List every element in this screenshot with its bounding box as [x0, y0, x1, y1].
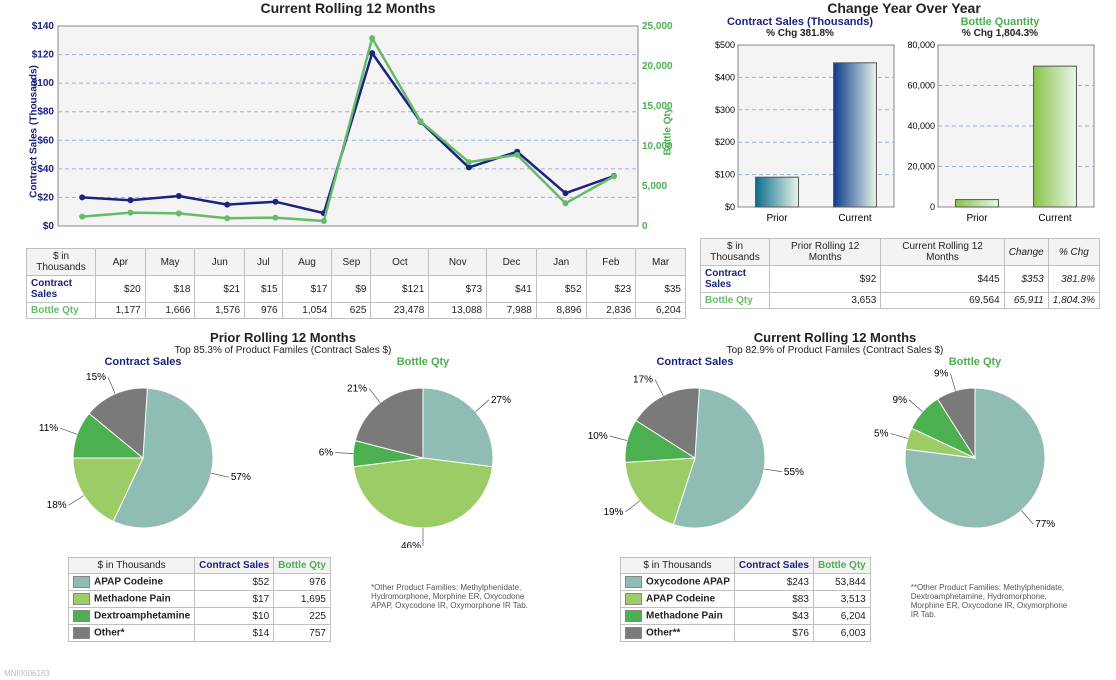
yoy-table: $ in ThousandsPrior Rolling 12 MonthsCur… — [700, 238, 1100, 309]
yoy-contract-title: Contract Sales (Thousands) — [700, 16, 900, 28]
rolling12-title: Current Rolling 12 Months — [8, 0, 688, 16]
svg-text:9%: 9% — [893, 395, 908, 406]
rolling12-table: $ in ThousandsAprMayJunJulAugSepOctNovDe… — [26, 248, 686, 319]
svg-text:$100: $100 — [715, 170, 735, 180]
yoy-panel: Change Year Over Year Contract Sales (Th… — [700, 0, 1108, 309]
svg-text:9%: 9% — [934, 368, 949, 379]
svg-text:$0: $0 — [43, 221, 55, 232]
prior-contract-pie: 57% 18% 11% 15% — [8, 368, 278, 548]
current-panel: Current Rolling 12 Months Top 82.9% of P… — [560, 330, 1110, 642]
svg-text:Current: Current — [838, 213, 872, 224]
svg-text:0: 0 — [930, 202, 935, 212]
svg-text:$140: $140 — [32, 21, 55, 32]
svg-text:Current: Current — [1038, 213, 1072, 224]
current-bottle-pie-title: Bottle Qty — [840, 356, 1110, 368]
prior-sub: Top 85.3% of Product Familes (Contract S… — [8, 345, 558, 356]
svg-text:20,000: 20,000 — [907, 162, 935, 172]
rolling12-panel: Current Rolling 12 Months Contract Sales… — [8, 0, 688, 319]
svg-text:$40: $40 — [37, 164, 54, 175]
svg-text:46%: 46% — [401, 541, 421, 548]
current-table: $ in ThousandsContract SalesBottle QtyOx… — [620, 557, 871, 642]
svg-text:15%: 15% — [86, 372, 106, 383]
prior-bottle-pie-title: Bottle Qty — [288, 356, 558, 368]
svg-text:17%: 17% — [633, 375, 653, 386]
svg-text:$20: $20 — [37, 192, 54, 203]
svg-text:77%: 77% — [1035, 519, 1055, 530]
prior-title: Prior Rolling 12 Months — [8, 330, 558, 345]
current-contract-pie: 55% 19% 10% 17% — [560, 368, 830, 548]
current-sub: Top 82.9% of Product Familes (Contract S… — [560, 345, 1110, 356]
prior-bottle-pie: 27% 46% 6% 21% — [288, 368, 558, 548]
prior-contract-pie-title: Contract Sales — [8, 356, 278, 368]
current-bottle-pie: 77% 5% 9% 9% — [840, 368, 1110, 548]
svg-text:20,000: 20,000 — [642, 61, 673, 72]
svg-text:$80: $80 — [37, 107, 54, 118]
current-footnote: **Other Product Families: Methylphenidat… — [911, 583, 1071, 642]
prior-table: $ in ThousandsContract SalesBottle QtyAP… — [68, 557, 331, 642]
svg-text:55%: 55% — [784, 467, 804, 478]
svg-text:27%: 27% — [491, 395, 511, 406]
svg-text:10%: 10% — [588, 431, 608, 442]
svg-text:60,000: 60,000 — [907, 81, 935, 91]
svg-text:$300: $300 — [715, 105, 735, 115]
svg-text:18%: 18% — [47, 500, 67, 511]
yoy-bottle-sub: % Chg 1,804.3% — [900, 28, 1100, 39]
svg-text:Prior: Prior — [966, 213, 988, 224]
yoy-contract-chart: $0 $100 $200 $300 $400 $500 Prior Current — [700, 39, 900, 229]
watermark: MNI0006183 — [4, 669, 50, 678]
svg-text:Prior: Prior — [766, 213, 788, 224]
svg-text:$0: $0 — [725, 202, 735, 212]
svg-text:$200: $200 — [715, 137, 735, 147]
yoy-bottle-chart: 0 20,000 40,000 60,000 80,000 Prior Current — [900, 39, 1100, 229]
rolling12-yleft-label: Contract Sales (Thousands) — [29, 42, 40, 222]
svg-text:$400: $400 — [715, 72, 735, 82]
svg-text:40,000: 40,000 — [907, 121, 935, 131]
svg-text:$500: $500 — [715, 40, 735, 50]
prior-panel: Prior Rolling 12 Months Top 85.3% of Pro… — [8, 330, 558, 642]
svg-text:11%: 11% — [39, 423, 58, 434]
current-contract-pie-title: Contract Sales — [560, 356, 830, 368]
svg-text:6%: 6% — [319, 447, 334, 458]
yoy-bottle-title: Bottle Quantity — [900, 16, 1100, 28]
svg-text:25,000: 25,000 — [642, 21, 673, 32]
svg-text:21%: 21% — [347, 383, 367, 394]
current-title: Current Rolling 12 Months — [560, 330, 1110, 345]
svg-text:$60: $60 — [37, 135, 54, 146]
svg-text:5%: 5% — [874, 428, 889, 439]
svg-text:19%: 19% — [603, 507, 623, 518]
rolling12-chart: $0$20$40$60$80$100$120$14005,00010,00015… — [8, 16, 688, 246]
rolling12-yright-label: Bottle Qty — [663, 72, 674, 192]
prior-footnote: *Other Product Families: Methylphenidate… — [371, 583, 531, 642]
svg-text:57%: 57% — [231, 472, 251, 483]
svg-text:0: 0 — [642, 221, 648, 232]
yoy-contract-sub: % Chg 381.8% — [700, 28, 900, 39]
yoy-title: Change Year Over Year — [700, 0, 1108, 16]
svg-text:80,000: 80,000 — [907, 40, 935, 50]
